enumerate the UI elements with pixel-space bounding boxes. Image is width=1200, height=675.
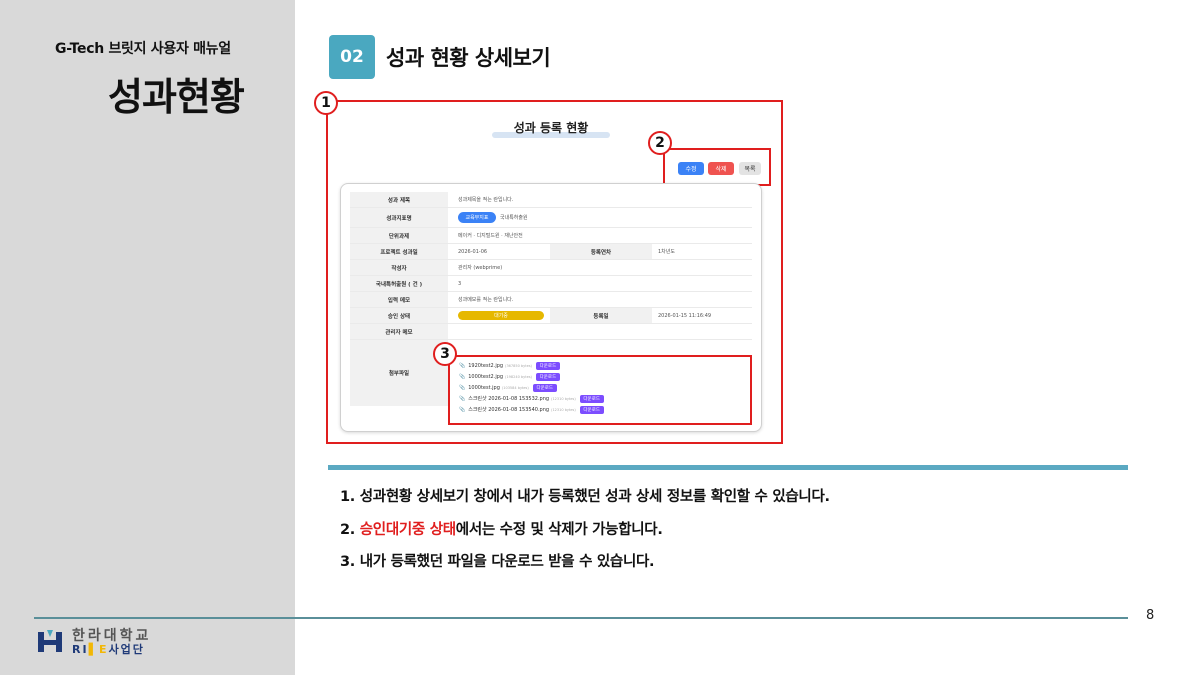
note-2: 2. 승인대기중 상태에서는 수정 및 삭제가 가능합니다.: [340, 518, 663, 539]
note-1: 1. 성과현황 상세보기 창에서 내가 등록했던 성과 상세 정보를 확인할 수…: [340, 489, 830, 505]
row-label: 성과지표명: [350, 208, 448, 227]
row-value: 성과메모를 적는 란입니다.: [458, 297, 514, 303]
university-logo: 한라대학교 RI▌E사업단: [36, 628, 151, 656]
note-2-highlight: 승인대기중 상태: [359, 522, 456, 538]
row-label: 작성자: [350, 260, 448, 275]
row-label: 성과 제목: [350, 192, 448, 207]
delete-button[interactable]: 삭제: [708, 162, 734, 175]
row-value: 관리자 (webprime): [458, 265, 503, 271]
logo-name: 한라대학교: [72, 627, 152, 644]
row-label: 입력 메모: [350, 292, 448, 307]
note-3: 3. 내가 등록했던 파일을 다운로드 받을 수 있습니다.: [340, 554, 655, 570]
list-button[interactable]: 목록: [739, 162, 761, 175]
note-2-prefix: 2.: [340, 522, 360, 538]
row-label: 국내특허출원 ( 건 ): [350, 276, 448, 291]
slide: G-Tech 브릿지 사용자 매뉴얼 성과현황 02 성과 현황 상세보기 성과…: [0, 0, 1200, 675]
callout-marker-1: 1: [314, 91, 338, 115]
files-highlight-frame: [448, 355, 752, 425]
page-number: 8: [1146, 608, 1155, 623]
edit-button[interactable]: 수정: [678, 162, 704, 175]
indicator-badge: 교육부지표: [458, 212, 496, 223]
logo-yellow-bar: ▌: [88, 642, 100, 656]
table-row: 승인 상태 대기중 등록일 2026-01-15 11:16:49: [350, 308, 752, 324]
row-value: 교육부지표 국내특허출원: [458, 208, 528, 227]
row-value: 3: [458, 280, 462, 287]
page-title: 성과현황: [108, 75, 245, 119]
row-value: 메이커 · 디지털드윈 · 재난안전: [458, 233, 523, 239]
status-badge: 대기중: [458, 311, 544, 320]
table-row: 입력 메모 성과메모를 적는 란입니다.: [350, 292, 752, 308]
row-label: 등록일: [550, 308, 652, 323]
section-number-badge: 02: [329, 35, 375, 79]
row-value: 대기중: [458, 308, 544, 323]
row-label: 등록연차: [550, 244, 652, 259]
row-value: 1차년도: [658, 249, 675, 255]
table-row: 관리자 메모: [350, 324, 752, 340]
row-label: 관리자 메모: [350, 324, 448, 339]
mock-title: 성과 등록 현황: [513, 121, 589, 135]
logo-sub: RI▌E사업단: [72, 642, 145, 656]
table-row: 프로젝트 성과일 2026-01-06 등록연차 1차년도: [350, 244, 752, 260]
note-2-suffix: 에서는 수정 및 삭제가 가능합니다.: [455, 522, 663, 538]
row-label: 승인 상태: [350, 308, 448, 323]
table-row: 성과지표명 교육부지표 국내특허출원: [350, 208, 752, 228]
table-row: 국내특허출원 ( 건 ) 3: [350, 276, 752, 292]
manual-title: G-Tech 브릿지 사용자 매뉴얼: [55, 41, 231, 57]
callout-marker-3: 3: [433, 342, 457, 366]
callout-marker-2: 2: [648, 131, 672, 155]
footer-line: [34, 617, 1128, 619]
table-row: 작성자 관리자 (webprime): [350, 260, 752, 276]
row-label: 프로젝트 성과일: [350, 244, 448, 259]
row-value: 성과제목을 적는 란입니다.: [458, 197, 514, 203]
halla-logo-icon: [38, 630, 62, 652]
row-value: 2026-01-15 11:16:49: [658, 312, 712, 319]
section-divider: [328, 465, 1128, 470]
table-row: 성과 제목 성과제목을 적는 란입니다.: [350, 192, 752, 208]
indicator-name: 국내특허출원: [500, 215, 528, 221]
row-label: 단위과제: [350, 228, 448, 243]
row-value: 2026-01-06: [458, 248, 488, 255]
table-row: 단위과제 메이커 · 디지털드윈 · 재난안전: [350, 228, 752, 244]
section-title: 성과 현황 상세보기: [386, 46, 551, 70]
